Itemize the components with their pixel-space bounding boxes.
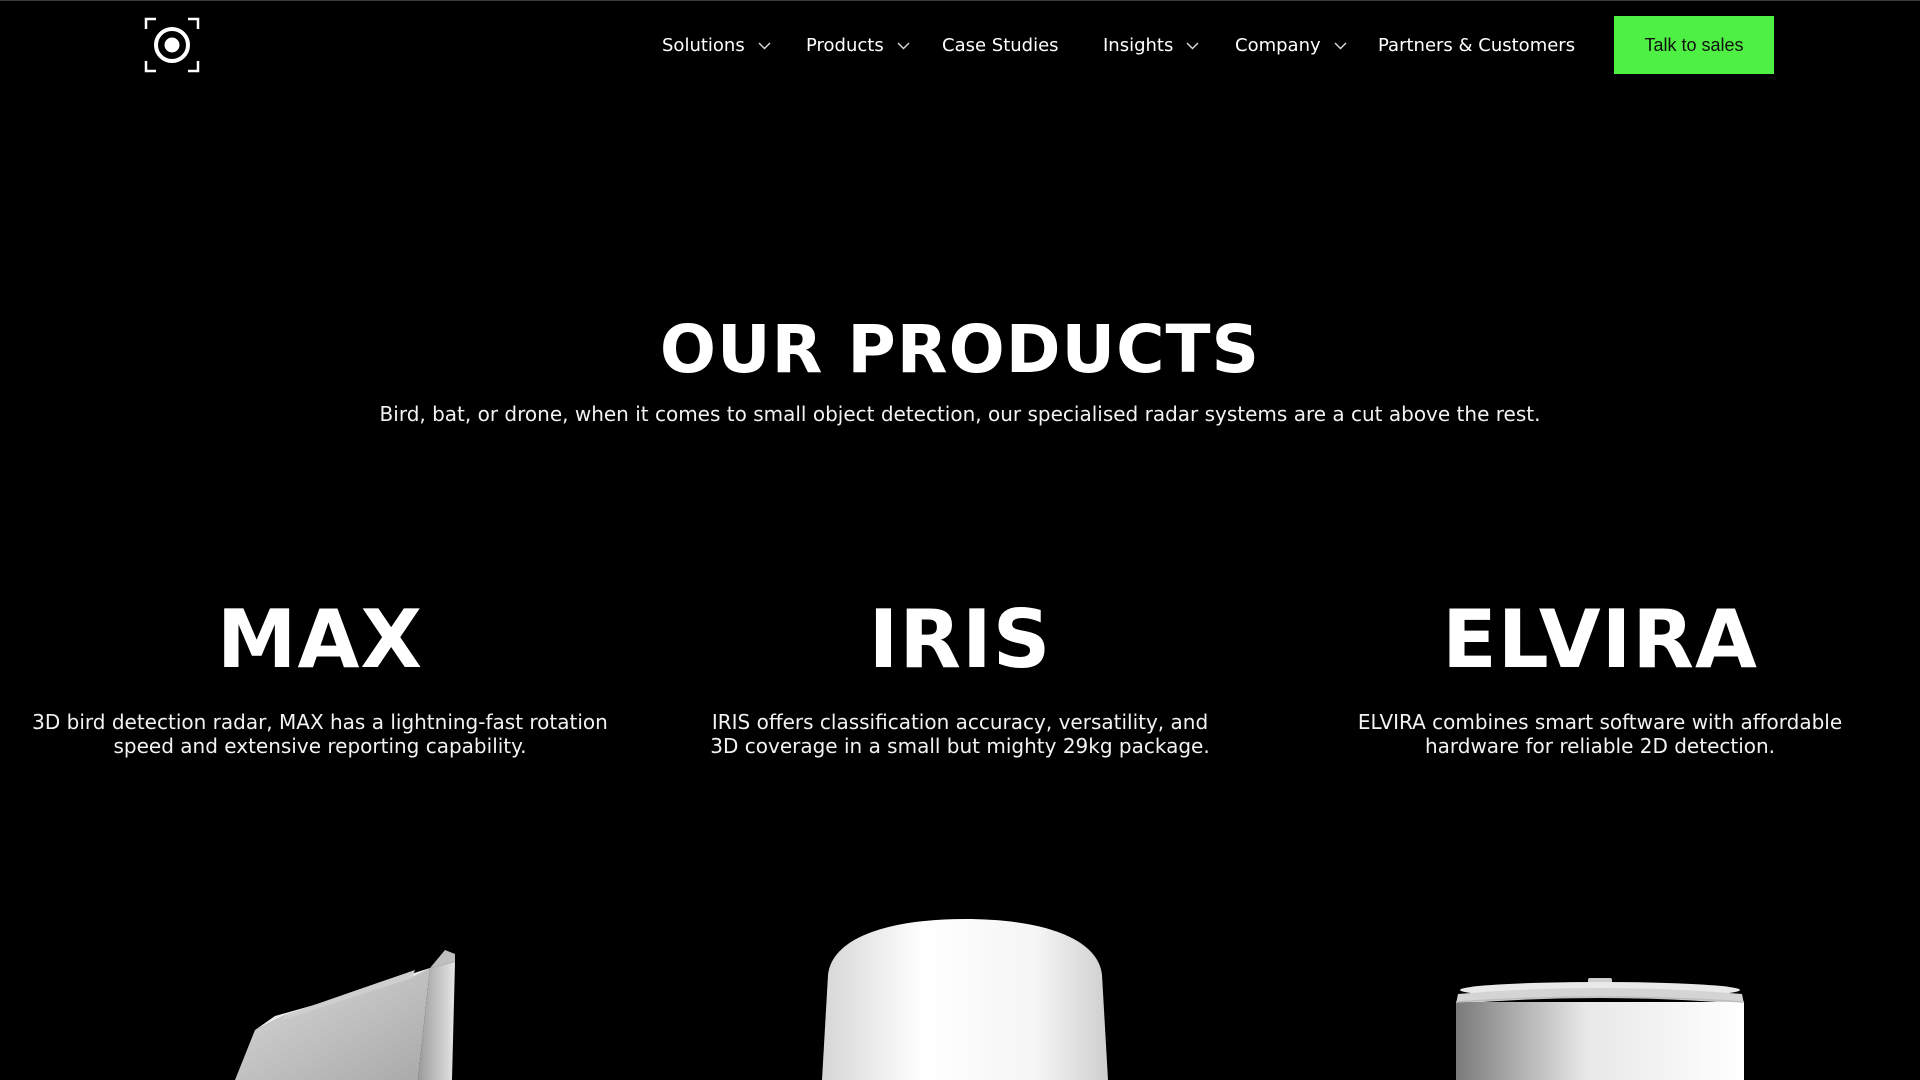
page: Solutions Products Case Studies Insights…	[0, 0, 1920, 1080]
nav-item-label: Products	[806, 34, 884, 56]
nav-item-label: Insights	[1103, 34, 1174, 56]
elvira-radar-cylinder-image[interactable]	[1450, 970, 1750, 1080]
nav-item-products[interactable]: Products	[806, 30, 911, 60]
page-title: OUR PRODUCTS	[659, 311, 1261, 388]
product-name: ELVIRA	[1442, 593, 1758, 686]
iris-radar-dome-image[interactable]	[820, 915, 1110, 1080]
max-radar-panel-image[interactable]	[200, 920, 470, 1080]
product-description: 3D bird detection radar, MAX has a light…	[32, 710, 608, 758]
chevron-down-icon	[1334, 42, 1347, 49]
radar-target-logo-icon[interactable]	[144, 17, 200, 73]
product-description: IRIS offers classification accuracy, ver…	[710, 710, 1210, 758]
nav-item-label: Solutions	[662, 34, 745, 56]
product-card-max[interactable]: MAX 3D bird detection radar, MAX has a l…	[10, 590, 630, 758]
top-border	[0, 0, 1920, 1]
chevron-down-icon	[1186, 42, 1199, 49]
nav-item-partners-customers[interactable]: Partners & Customers	[1378, 30, 1575, 60]
nav-item-company[interactable]: Company	[1235, 30, 1348, 60]
nav-item-solutions[interactable]: Solutions	[662, 30, 772, 60]
chevron-down-icon	[758, 42, 771, 49]
talk-to-sales-button[interactable]: Talk to sales	[1614, 16, 1774, 74]
product-card-iris[interactable]: IRIS IRIS offers classification accuracy…	[650, 590, 1270, 758]
nav-item-label: Case Studies	[942, 34, 1059, 56]
nav-item-label: Company	[1235, 34, 1321, 56]
nav-item-label: Partners & Customers	[1378, 34, 1576, 56]
product-description: ELVIRA combines smart software with affo…	[1357, 710, 1843, 758]
nav-item-insights[interactable]: Insights	[1103, 30, 1200, 60]
product-name: MAX	[216, 593, 424, 686]
product-name: IRIS	[868, 593, 1052, 686]
product-card-elvira[interactable]: ELVIRA ELVIRA combines smart software wi…	[1290, 590, 1910, 758]
page-subtitle: Bird, bat, or drone, when it comes to sm…	[379, 402, 1541, 426]
nav-item-case-studies[interactable]: Case Studies	[942, 30, 1059, 60]
chevron-down-icon	[897, 42, 910, 49]
